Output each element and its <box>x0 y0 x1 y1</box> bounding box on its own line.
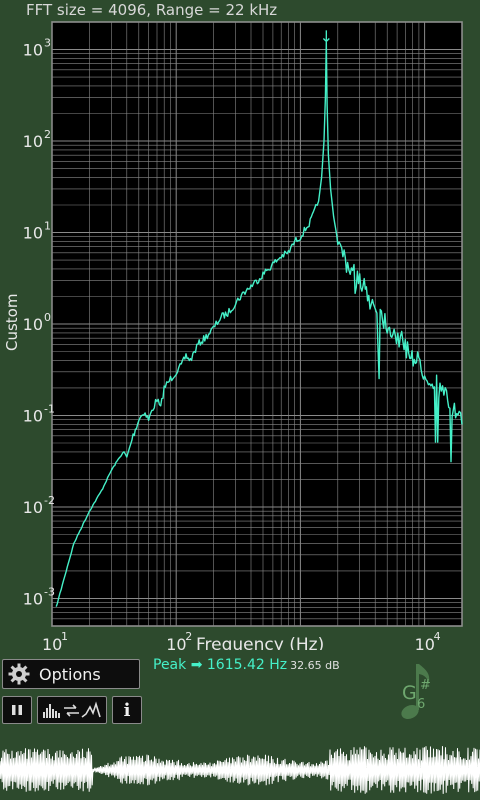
y-tick-exponent: 2 <box>44 128 51 141</box>
x-axis-label: Frequency (Hz) <box>196 635 324 650</box>
peak-arrow-icon: ↓ <box>320 27 333 46</box>
x-tick-label: 10 <box>166 635 186 650</box>
info-icon: i <box>123 699 131 721</box>
y-tick-exponent: 1 <box>44 220 51 233</box>
y-tick-label: 10 <box>23 41 43 60</box>
y-tick-label: 10 <box>23 315 43 334</box>
x-tick-exponent: 1 <box>61 630 68 643</box>
peak-frequency: Peak ➡ 1615.42 Hz <box>153 657 288 673</box>
note-display: G # 6 <box>401 664 431 720</box>
options-label: Options <box>39 664 101 684</box>
x-tick-label: 10 <box>42 635 62 650</box>
y-tick-label: 10 <box>23 498 43 517</box>
y-tick-label: 10 <box>23 406 43 425</box>
pause-icon <box>12 705 22 715</box>
y-tick-label: 10 <box>23 132 43 151</box>
y-tick-exponent: -1 <box>44 402 55 415</box>
spectrum-mode-button[interactable] <box>37 696 107 724</box>
y-tick-exponent: 0 <box>44 311 51 324</box>
x-tick-exponent: 4 <box>434 630 441 643</box>
y-axis-ticks: 10 310 210 110 010 -110 -210 -3 <box>23 37 55 609</box>
waveform-trace <box>0 746 480 794</box>
pause-button[interactable] <box>2 696 32 724</box>
x-tick-exponent: 2 <box>185 630 192 643</box>
note-letter: G <box>402 682 417 704</box>
note-octave: 6 <box>417 697 425 712</box>
gear-icon <box>8 663 30 685</box>
y-tick-exponent: -3 <box>44 585 55 598</box>
y-tick-exponent: 3 <box>44 37 51 50</box>
peak-db: 32.65 dB <box>290 659 340 672</box>
y-tick-label: 10 <box>23 224 43 243</box>
x-tick-label: 10 <box>415 635 435 650</box>
peak-readout: Peak ➡ 1615.42 Hz 32.65 dB <box>153 657 340 673</box>
info-button[interactable]: i <box>112 696 142 724</box>
waveform-display <box>0 746 480 794</box>
peak-marker: ↓ <box>320 27 333 46</box>
spectrum-chart[interactable]: ↓ 10 310 210 110 010 -110 -210 -3 101 102 104 Fre… <box>0 0 480 650</box>
y-axis-label: Custom <box>3 293 21 351</box>
spectrum-mode-icon <box>43 701 101 718</box>
note-accidental: # <box>420 678 431 693</box>
y-tick-label: 10 <box>23 589 43 608</box>
options-button[interactable]: Options <box>2 659 140 689</box>
y-tick-exponent: -2 <box>44 494 55 507</box>
